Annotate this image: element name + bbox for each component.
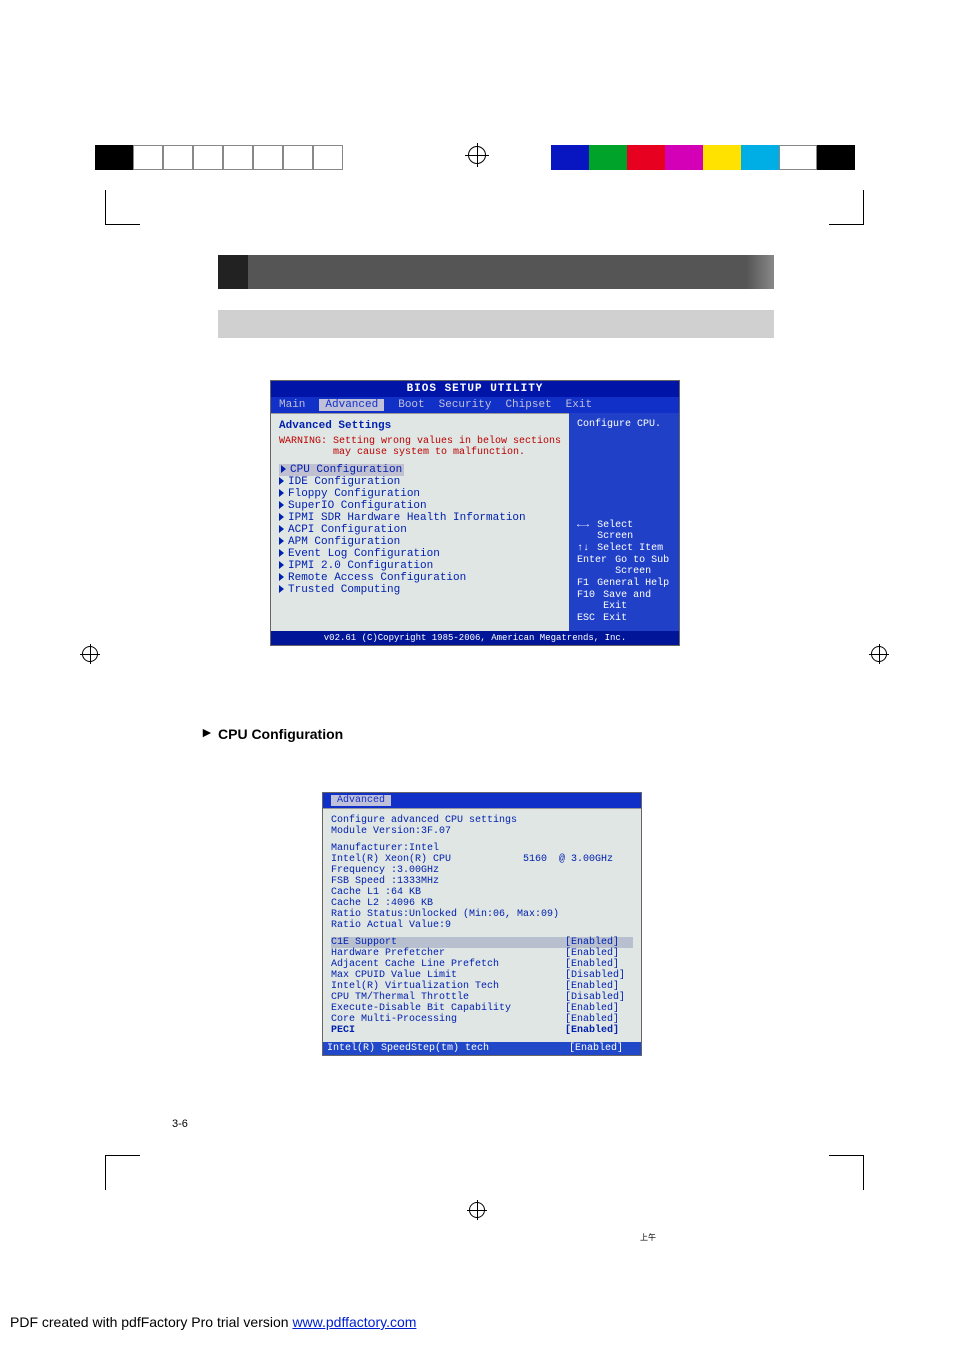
bios-screenshot-2: Advanced Configure advanced CPU settings… (322, 792, 642, 1056)
triangle-right-icon: ► (200, 724, 214, 740)
row-virtualization: Intel(R) Virtualization Tech[Enabled] (331, 981, 633, 992)
pdf-footer-link[interactable]: www.pdffactory.com (292, 1314, 416, 1330)
item-acpi-config: ACPI Configuration (279, 524, 561, 536)
row-peci: PECI[Enabled] (331, 1025, 633, 1036)
row-speedstep: Intel(R) SpeedStep(tm) tech[Enabled] (323, 1042, 641, 1055)
bios2-body: Configure advanced CPU settings Module V… (323, 808, 641, 1042)
cyan-swatch (741, 145, 779, 170)
blue-swatch (551, 145, 589, 170)
registration-mark-left (80, 644, 100, 664)
row-thermal-throttle: CPU TM/Thermal Throttle[Disabled] (331, 992, 633, 1003)
grey-block (163, 145, 193, 170)
key-save-exit: F10Save and Exit (577, 590, 671, 612)
row-max-cpuid: Max CPUID Value Limit[Disabled] (331, 970, 633, 981)
registration-mark-right (869, 644, 889, 664)
item-cpu-config: CPU Configuration (279, 464, 404, 476)
menu-chipset: Chipset (505, 399, 551, 411)
row-c1e-support: C1E Support[Enabled] (331, 937, 633, 948)
info-ratio-status: Ratio Status:Unlocked (Min:06, Max:09) (331, 909, 633, 920)
info-manufacturer: Manufacturer:Intel (331, 843, 633, 854)
info-cpu-model: Intel(R) Xeon(R) CPU 5160 @ 3.00GHz (331, 854, 633, 865)
magenta-swatch (665, 145, 703, 170)
chapter-header-bar (218, 255, 774, 289)
crop-mark-bottom-right (829, 1155, 864, 1190)
grey-block (223, 145, 253, 170)
pdf-footer: PDF created with pdfFactory Pro trial ve… (10, 1314, 416, 1330)
green-swatch (589, 145, 627, 170)
item-remote-access: Remote Access Configuration (279, 572, 561, 584)
bios-footer: v02.61 (C)Copyright 1985-2006, American … (271, 631, 679, 645)
document-page: BIOS SETUP UTILITY Main Advanced Boot Se… (0, 0, 954, 1349)
left-color-segment (95, 145, 343, 170)
right-color-segment (551, 145, 855, 170)
key-select-item: ↑↓Select Item (577, 543, 671, 554)
bios2-module-version: Module Version:3F.07 (331, 826, 633, 837)
grey-block (313, 145, 343, 170)
menu-main: Main (279, 399, 305, 411)
chinese-timestamp: 上午 (640, 1232, 656, 1243)
grey-block (283, 145, 313, 170)
key-general-help: F1General Help (577, 578, 671, 589)
row-hardware-prefetcher: Hardware Prefetcher[Enabled] (331, 948, 633, 959)
info-fsb: FSB Speed :1333MHz (331, 876, 633, 887)
row-core-multi: Core Multi-Processing[Enabled] (331, 1014, 633, 1025)
crop-mark-top-left (105, 190, 140, 225)
pdf-footer-text: PDF created with pdfFactory Pro trial ve… (10, 1314, 292, 1330)
menu-boot: Boot (398, 399, 424, 411)
row-adjacent-cache: Adjacent Cache Line Prefetch[Enabled] (331, 959, 633, 970)
grey-block (133, 145, 163, 170)
chapter-header-dark (218, 255, 248, 289)
item-ipmi-sdr: IPMI SDR Hardware Health Information (279, 512, 561, 524)
item-eventlog-config: Event Log Configuration (279, 548, 561, 560)
row-execute-disable: Execute-Disable Bit Capability[Enabled] (331, 1003, 633, 1014)
section-title-bar (218, 310, 774, 338)
bios-menu-bar: Main Advanced Boot Security Chipset Exit (271, 397, 679, 413)
bios-screenshot-1: BIOS SETUP UTILITY Main Advanced Boot Se… (270, 380, 680, 646)
white-swatch (779, 145, 817, 170)
cpu-configuration-heading: CPU Configuration (218, 726, 343, 742)
page-number: 3-6 (172, 1118, 188, 1130)
item-trusted-computing: Trusted Computing (279, 584, 561, 596)
menu-advanced: Advanced (331, 795, 391, 806)
bios-body: Advanced Settings WARNING: Setting wrong… (271, 413, 679, 631)
item-apm-config: APM Configuration (279, 536, 561, 548)
grey-block (253, 145, 283, 170)
menu-advanced: Advanced (319, 399, 384, 411)
item-ide-config: IDE Configuration (279, 476, 561, 488)
key-select-screen: ←→Select Screen (577, 520, 671, 542)
registration-mark-bottom (467, 1200, 487, 1220)
info-frequency: Frequency :3.00GHz (331, 865, 633, 876)
yellow-swatch (703, 145, 741, 170)
crop-mark-top-right (829, 190, 864, 225)
registration-mark-top (465, 143, 489, 167)
black-swatch (95, 145, 133, 170)
red-swatch (627, 145, 665, 170)
item-superio-config: SuperIO Configuration (279, 500, 561, 512)
item-ipmi20-config: IPMI 2.0 Configuration (279, 560, 561, 572)
menu-security: Security (439, 399, 492, 411)
key-enter-sub: EnterGo to Sub Screen (577, 555, 671, 577)
key-exit: ESCExit (577, 613, 671, 624)
bios-left-panel: Advanced Settings WARNING: Setting wrong… (271, 413, 569, 631)
grey-block (193, 145, 223, 170)
black-swatch (817, 145, 855, 170)
info-ratio-actual: Ratio Actual Value:9 (331, 920, 633, 931)
bios-right-panel: Configure CPU. ←→Select Screen ↑↓Select … (569, 413, 679, 631)
bios-title: BIOS SETUP UTILITY (271, 381, 679, 397)
info-cache-l2: Cache L2 :4096 KB (331, 898, 633, 909)
advanced-settings-heading: Advanced Settings (279, 420, 561, 432)
menu-exit: Exit (566, 399, 592, 411)
crop-mark-bottom-left (105, 1155, 140, 1190)
item-floppy-config: Floppy Configuration (279, 488, 561, 500)
bios2-heading: Configure advanced CPU settings (331, 815, 633, 826)
info-cache-l1: Cache L1 :64 KB (331, 887, 633, 898)
bios2-menu-bar: Advanced (323, 793, 641, 808)
configure-cpu-text: Configure CPU. (577, 419, 671, 430)
warning-text: WARNING: Setting wrong values in below s… (279, 436, 561, 458)
